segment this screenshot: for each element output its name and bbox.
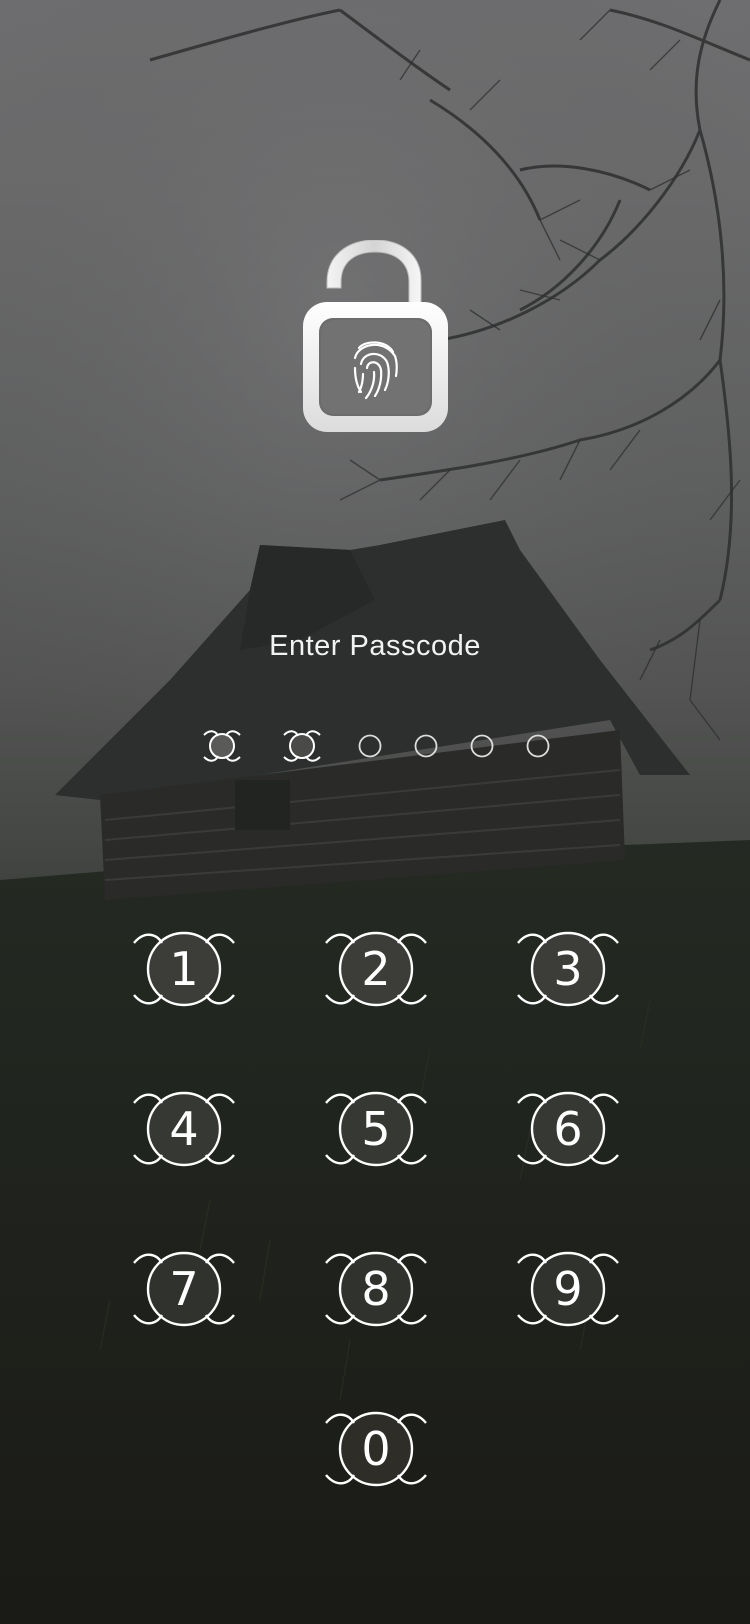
key-5-label: 5	[361, 1102, 391, 1156]
key-7-label: 7	[169, 1262, 199, 1316]
fingerprint-padlock-icon	[303, 239, 448, 440]
key-5[interactable]: 5	[324, 1089, 428, 1169]
passcode-dot-filled	[200, 726, 244, 766]
key-3[interactable]: 3	[516, 929, 620, 1009]
key-4[interactable]: 4	[132, 1089, 236, 1169]
key-3-label: 3	[553, 942, 583, 996]
key-7[interactable]: 7	[132, 1249, 236, 1329]
key-8-label: 8	[361, 1262, 391, 1316]
key-1-label: 1	[169, 942, 199, 996]
key-0-label: 0	[361, 1422, 391, 1476]
key-8[interactable]: 8	[324, 1249, 428, 1329]
key-6[interactable]: 6	[516, 1089, 620, 1169]
key-9[interactable]: 9	[516, 1249, 620, 1329]
key-2-label: 2	[361, 942, 391, 996]
key-4-label: 4	[169, 1102, 199, 1156]
key-6-label: 6	[553, 1102, 583, 1156]
passcode-indicator	[0, 726, 750, 766]
passcode-dot-empty	[460, 726, 504, 766]
key-2[interactable]: 2	[324, 929, 428, 1009]
passcode-dot-filled	[280, 726, 324, 766]
key-9-label: 9	[553, 1262, 583, 1316]
passcode-dot-empty	[404, 726, 448, 766]
enter-passcode-title: Enter Passcode	[269, 630, 481, 662]
key-1[interactable]: 1	[132, 929, 236, 1009]
key-0[interactable]: 0	[324, 1409, 428, 1489]
passcode-dot-empty	[516, 726, 560, 766]
passcode-dot-empty	[348, 726, 392, 766]
